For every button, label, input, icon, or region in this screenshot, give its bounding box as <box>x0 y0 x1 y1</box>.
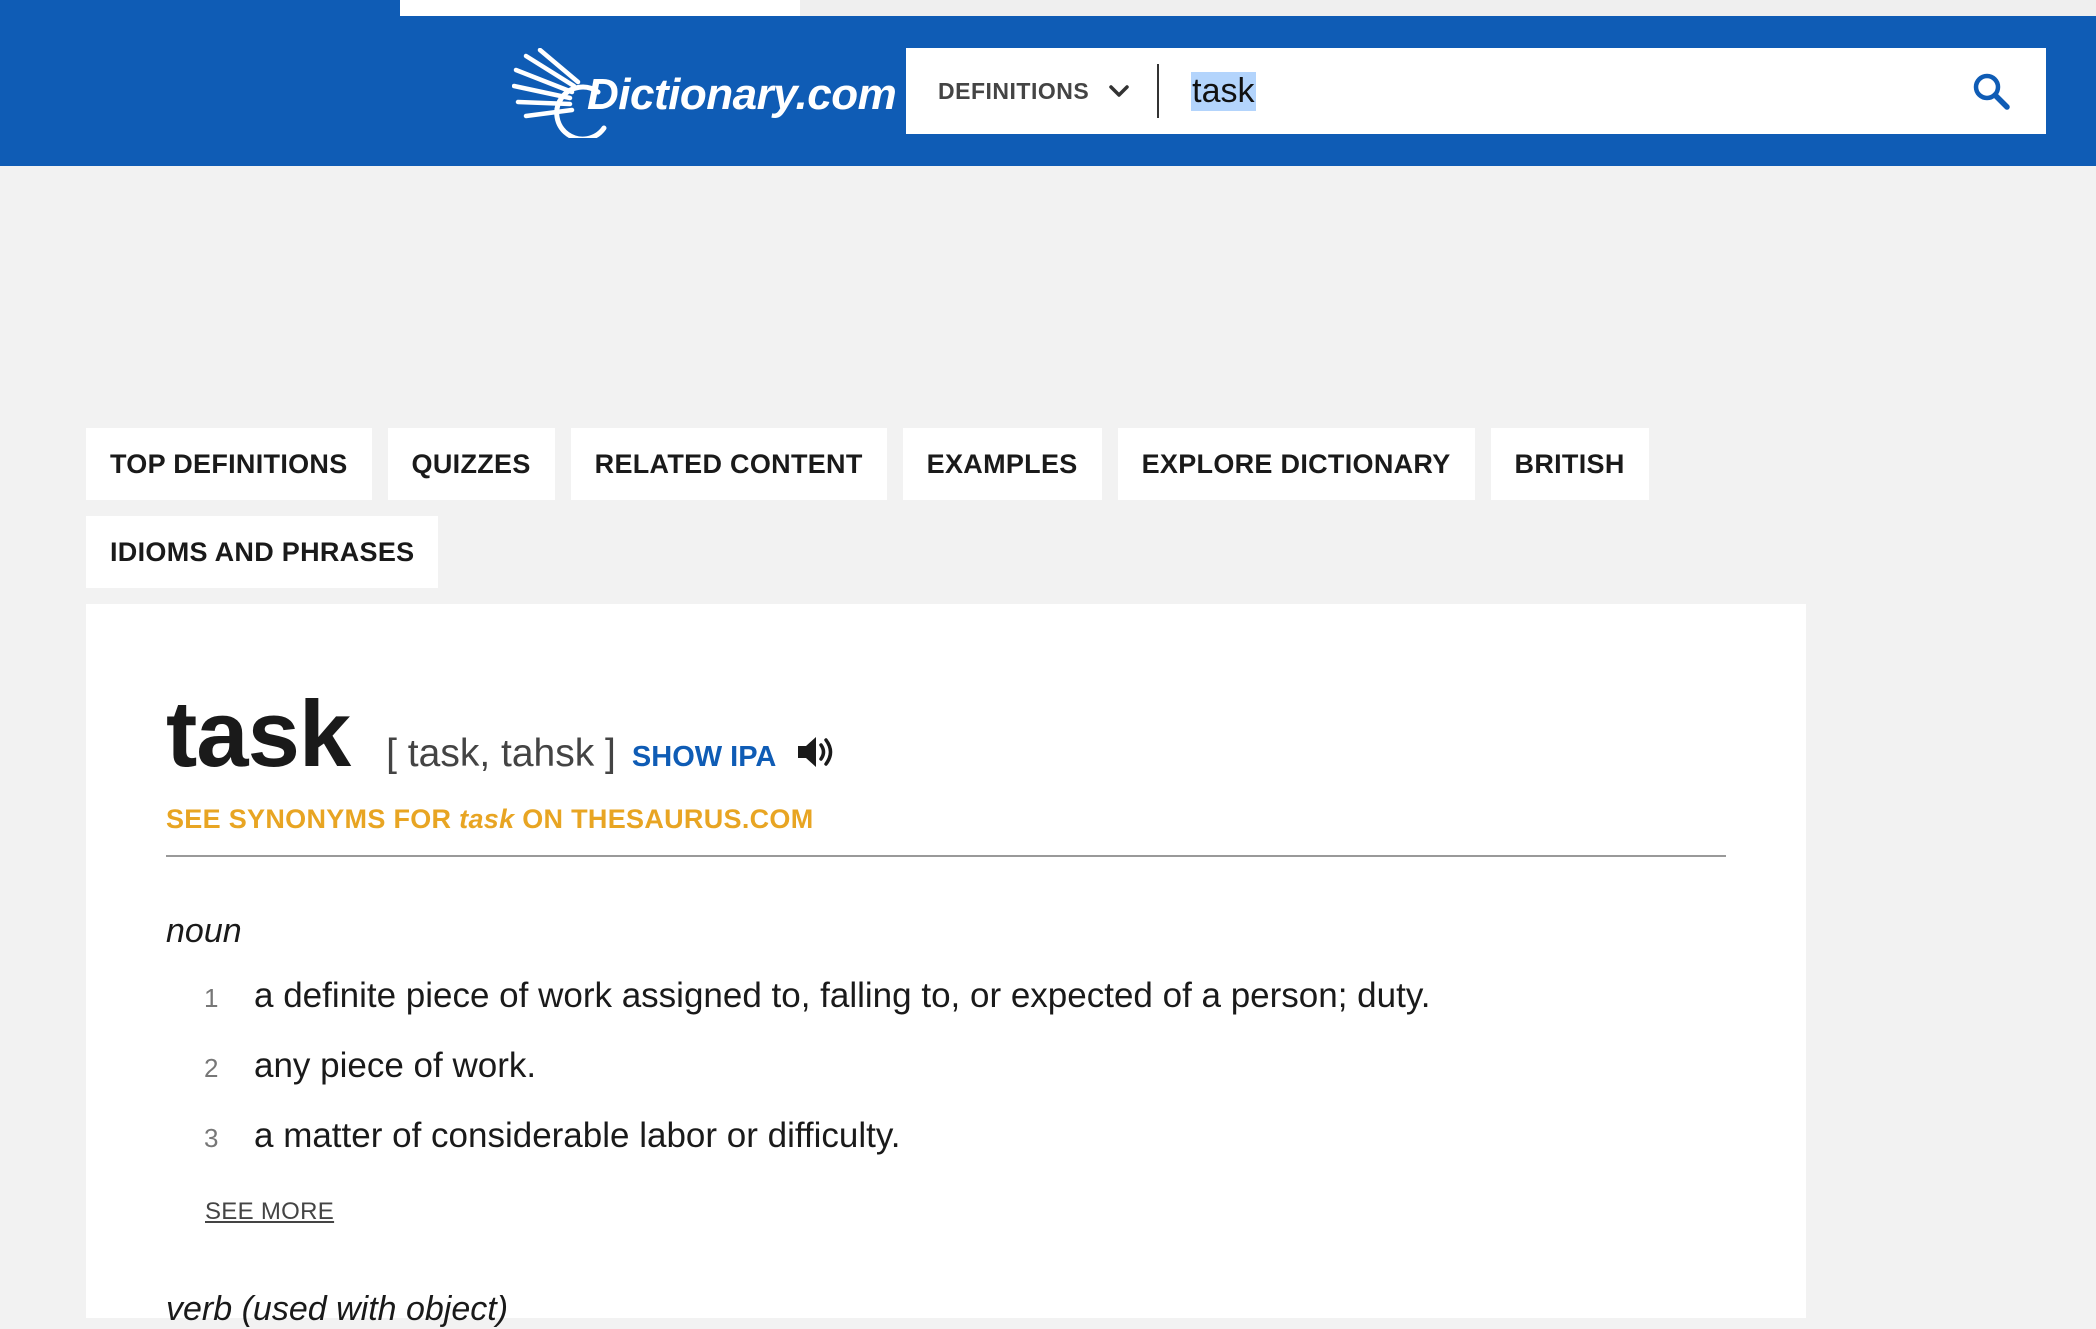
synonyms-suffix: ON THESAURUS.COM <box>514 804 814 834</box>
definition-item: 1 a definite piece of work assigned to, … <box>204 976 1704 1046</box>
definition-item: 3 a matter of considerable labor or diff… <box>204 1116 1704 1186</box>
thesaurus-synonyms-link[interactable]: SEE SYNONYMS FOR task ON THESAURUS.COM <box>166 804 814 835</box>
search-input-value: task <box>1191 71 1256 111</box>
tab-quizzes[interactable]: QUIZZES <box>387 428 555 500</box>
search-type-dropdown[interactable]: DEFINITIONS <box>906 48 1157 134</box>
divider <box>166 855 1726 857</box>
synonyms-word: task <box>459 804 515 834</box>
site-logo[interactable]: Dictionary.com <box>512 48 897 138</box>
definition-text: a matter of considerable labor or diffic… <box>254 1116 901 1155</box>
show-ipa-button[interactable]: SHOW IPA <box>632 741 776 774</box>
definition-text: any piece of work. <box>254 1046 537 1085</box>
definition-list: 1 a definite piece of work assigned to, … <box>204 976 1704 1186</box>
browser-top-strip <box>0 0 2096 16</box>
pronunciation-audio-button[interactable] <box>794 732 838 777</box>
see-more-link[interactable]: SEE MORE <box>205 1198 334 1226</box>
tab-examples[interactable]: EXAMPLES <box>902 428 1102 500</box>
definition-number: 1 <box>204 983 219 1013</box>
section-tabs: TOP DEFINITIONS QUIZZES RELATED CONTENT … <box>86 428 1806 588</box>
part-of-speech: noun <box>166 912 242 950</box>
synonyms-prefix: SEE SYNONYMS FOR <box>166 804 460 834</box>
search-icon <box>1973 73 2010 110</box>
search-bar: DEFINITIONS task <box>906 48 2046 134</box>
definition-item: 2 any piece of work. <box>204 1046 1704 1116</box>
chevron-down-icon <box>1109 85 1129 97</box>
part-of-speech-verb: verb (used with object) <box>166 1290 509 1328</box>
speaker-icon <box>798 737 833 767</box>
search-type-label: DEFINITIONS <box>938 77 1090 104</box>
tab-related-content[interactable]: RELATED CONTENT <box>570 428 887 500</box>
site-header: Dictionary.com DEFINITIONS task <box>0 16 2096 166</box>
logo-wordmark: Dictionary.com <box>587 70 897 119</box>
headword: task <box>166 681 351 786</box>
search-button[interactable] <box>1936 48 2046 134</box>
tab-british[interactable]: BRITISH <box>1490 428 1649 500</box>
tab-explore-dictionary[interactable]: EXPLORE DICTIONARY <box>1117 428 1475 500</box>
definition-number: 2 <box>204 1053 219 1083</box>
pronunciation: [ task, tahsk ] <box>386 732 616 775</box>
definition-number: 3 <box>204 1123 219 1153</box>
tab-idioms-and-phrases[interactable]: IDIOMS AND PHRASES <box>86 516 439 588</box>
tab-top-definitions[interactable]: TOP DEFINITIONS <box>86 428 372 500</box>
top-strip-tab <box>400 0 800 16</box>
entry-card: task [ task, tahsk ] SHOW IPA SEE SYNONY… <box>86 604 1806 1328</box>
definition-text: a definite piece of work assigned to, fa… <box>254 976 1431 1015</box>
headword-row: task [ task, tahsk ] SHOW IPA <box>166 680 838 788</box>
top-strip-bar <box>800 0 2096 16</box>
search-input[interactable]: task <box>1159 48 1936 134</box>
